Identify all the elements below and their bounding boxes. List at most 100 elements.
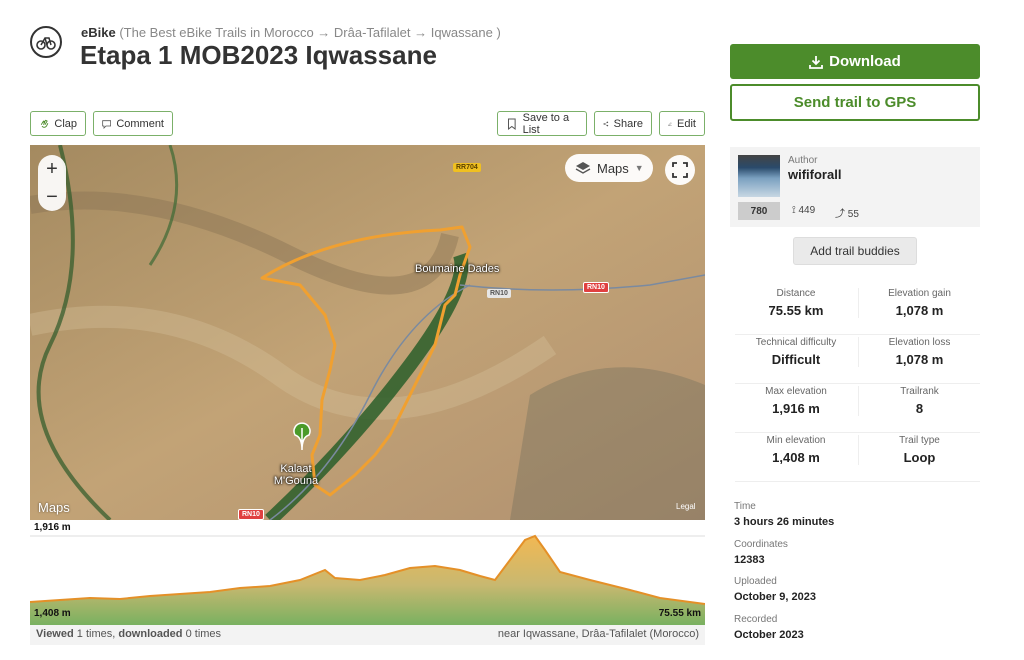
breadcrumb-path[interactable]: (The Best eBike Trails in Morocco → Drâa…	[119, 25, 500, 40]
stat-value: Loop	[903, 450, 936, 465]
viewed-count: 1 times,	[76, 628, 116, 640]
download-button[interactable]: Download	[730, 44, 980, 79]
near-location: near Iqwassane, Drâa-Tafilalet (Morocco)	[497, 628, 699, 640]
road-sign: RN10	[583, 282, 609, 293]
share-icon	[603, 121, 609, 126]
meta-value: 12383	[734, 554, 765, 566]
bookmark-icon	[507, 118, 516, 130]
clap-label: Clap	[54, 117, 77, 130]
save-to-list-button[interactable]: Save to a List	[497, 111, 587, 136]
ebike-icon	[30, 26, 62, 58]
view-stats: Viewed 1 times, downloaded 0 times near …	[30, 625, 705, 645]
road-sign: RN10	[487, 289, 511, 298]
stat-label: Trailrank	[900, 386, 939, 397]
trails-count: 449	[798, 205, 816, 216]
map-attribution: Maps	[38, 500, 70, 515]
legal-link[interactable]: Legal	[676, 502, 696, 511]
author-trails-count: ⟟ 449	[792, 205, 815, 216]
stat-min-elevation: Min elevation 1,408 m	[735, 435, 857, 465]
stat-technical-difficulty: Technical difficulty Difficult	[735, 337, 857, 367]
page-title: Etapa 1 MOB2023 Iqwassane	[80, 40, 437, 70]
elevation-distance-label: 75.55 km	[658, 608, 701, 619]
author-label: Author	[788, 155, 818, 166]
elevation-min-label: 1,408 m	[34, 608, 71, 619]
add-trail-buddies-button[interactable]: Add trail buddies	[793, 237, 917, 265]
fullscreen-icon	[672, 162, 688, 178]
stat-label: Trail type	[899, 435, 940, 446]
stat-distance: Distance 75.55 km	[735, 288, 857, 318]
stat-value: 1,916 m	[772, 401, 820, 416]
stat-trailrank: Trailrank 8	[858, 386, 980, 416]
stat-label: Distance	[776, 288, 816, 299]
author-followers-count: ⤴ 55	[835, 205, 859, 220]
edit-label: Edit	[677, 117, 696, 130]
stat-label: Elevation loss	[888, 337, 951, 348]
road-sign: RN10	[238, 509, 264, 520]
stat-label: Elevation gain	[888, 288, 951, 299]
attribution-text: Maps	[38, 500, 70, 515]
stat-value: 1,408 m	[772, 450, 820, 465]
zoom-out-button[interactable]: −	[46, 186, 58, 209]
meta-label: Uploaded	[734, 576, 777, 587]
map-layers-dropdown[interactable]: Maps ▼	[565, 154, 653, 182]
author-rank-badge: 780	[738, 202, 780, 220]
share-label: Share	[613, 117, 643, 130]
stat-label: Max elevation	[765, 386, 827, 397]
zoom-controls: + −	[38, 155, 66, 211]
stats-row: Min elevation 1,408 m Trail type Loop	[735, 433, 980, 482]
chevron-down-icon: ▼	[634, 163, 644, 173]
stat-value: Difficult	[771, 352, 821, 367]
viewed-label: Viewed	[36, 628, 74, 640]
zoom-in-button[interactable]: +	[46, 158, 58, 181]
meta-value: October 2023	[734, 629, 804, 641]
stat-max-elevation: Max elevation 1,916 m	[735, 386, 857, 416]
meta-value: October 9, 2023	[734, 591, 816, 603]
elevation-chart	[30, 534, 705, 625]
edit-button[interactable]: Edit	[659, 111, 705, 136]
stats-row: Technical difficulty Difficult Elevation …	[735, 335, 980, 384]
breadcrumb[interactable]: eBike (The Best eBike Trails in Morocco …	[81, 25, 501, 40]
place-label: Boumaine Dades	[415, 263, 500, 275]
stat-value: 75.55 km	[768, 303, 824, 318]
download-label: Download	[829, 53, 901, 70]
elevation-profile[interactable]: 1,916 m 1,408 m 75.55 km	[30, 520, 705, 625]
breadcrumb-category[interactable]: eBike	[81, 25, 116, 40]
stat-elevation-gain: Elevation gain 1,078 m	[858, 288, 980, 318]
layers-label: Maps	[597, 160, 629, 176]
save-label: Save to a List	[522, 111, 570, 136]
place-label: Kalaat M'Gouna	[273, 463, 319, 488]
stats-row: Distance 75.55 km Elevation gain 1,078 m	[735, 286, 980, 335]
comment-label: Comment	[116, 117, 164, 130]
edit-icon	[668, 121, 672, 126]
share-button[interactable]: Share	[594, 111, 652, 136]
followers-count: 55	[847, 209, 859, 220]
stats-row: Max elevation 1,916 m Trailrank 8	[735, 384, 980, 433]
layers-icon	[575, 162, 591, 174]
stat-elevation-loss: Elevation loss 1,078 m	[858, 337, 980, 367]
stat-value: 8	[915, 401, 924, 416]
stat-value: 1,078 m	[895, 303, 944, 318]
trail-map[interactable]: + − Maps ▼ Boumaine Dades Kalaat M'Gouna…	[30, 145, 705, 520]
author-card: Author wififorall 780 ⟟ 449 ⤴ 55	[730, 147, 980, 227]
meta-label: Time	[734, 501, 756, 512]
stat-value: 1,078 m	[895, 352, 944, 367]
meta-label: Coordinates	[734, 539, 788, 550]
fullscreen-button[interactable]	[665, 155, 695, 185]
stat-trail-type: Trail type Loop	[858, 435, 980, 465]
comment-button[interactable]: Comment	[93, 111, 173, 136]
meta-value: 3 hours 26 minutes	[734, 516, 835, 528]
meta-coordinates: Coordinates 12383	[734, 539, 974, 566]
author-name[interactable]: wififorall	[788, 167, 841, 182]
downloaded-count: 0 times	[185, 628, 222, 640]
avatar[interactable]	[738, 155, 780, 197]
meta-recorded: Recorded October 2023	[734, 614, 974, 641]
meta-time: Time 3 hours 26 minutes	[734, 501, 974, 528]
meta-uploaded: Uploaded October 9, 2023	[734, 576, 974, 603]
clap-icon	[40, 119, 49, 128]
meta-label: Recorded	[734, 614, 778, 625]
downloaded-label: downloaded	[118, 628, 183, 640]
stat-label: Technical difficulty	[755, 337, 837, 348]
send-to-gps-button[interactable]: Send trail to GPS	[730, 84, 980, 121]
clap-button[interactable]: Clap	[30, 111, 86, 136]
comment-icon	[102, 119, 112, 129]
